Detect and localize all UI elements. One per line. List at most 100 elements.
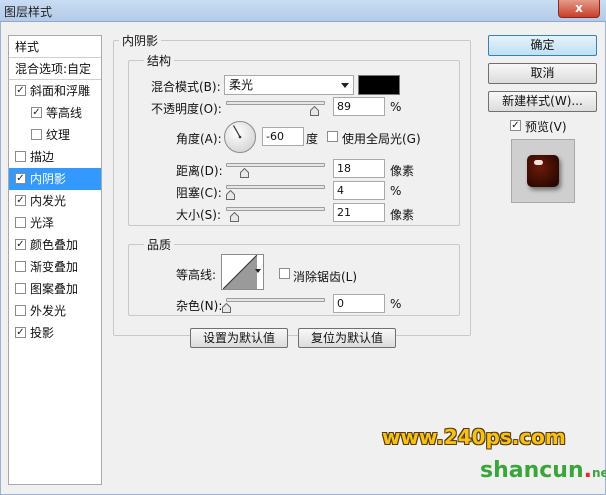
opacity-slider-thumb[interactable] <box>310 106 320 116</box>
choke-label: 阻塞(C): <box>176 186 222 200</box>
ok-button[interactable]: 确定 <box>488 35 597 56</box>
style-list-item-label: 斜面和浮雕 <box>30 84 91 98</box>
size-label: 大小(S): <box>176 208 222 222</box>
style-list-checkbox[interactable] <box>15 283 26 294</box>
style-list-item[interactable]: 纹理 <box>9 124 101 146</box>
chevron-down-icon <box>255 269 261 273</box>
watermark-brand: shancun.net <box>480 458 606 483</box>
distance-unit: 像素 <box>390 164 415 178</box>
style-list-checkbox[interactable]: ✓ <box>31 107 42 118</box>
contour-label: 等高线: <box>176 268 217 282</box>
structure-title: 结构 <box>144 52 175 69</box>
chevron-down-icon <box>341 83 349 88</box>
choke-unit: % <box>390 184 402 198</box>
inner-shadow-title: 内阴影 <box>119 32 162 49</box>
blend-mode-value: 柔光 <box>229 78 254 92</box>
preview-label: 预览(V) <box>525 120 567 134</box>
style-list-checkbox[interactable]: ✓ <box>15 239 26 250</box>
style-list-item-label: 图案叠加 <box>30 282 79 296</box>
style-list-item-label: 颜色叠加 <box>30 238 79 252</box>
style-list-item-label: 纹理 <box>46 128 71 142</box>
style-list-checkbox[interactable]: ✓ <box>15 327 26 338</box>
preview-swatch <box>527 155 559 187</box>
watermark-brand-a: shancun <box>480 458 584 483</box>
distance-slider[interactable] <box>226 163 325 167</box>
distance-label: 距离(D): <box>176 164 223 178</box>
global-light-checkbox[interactable] <box>327 131 338 142</box>
style-list-checkbox[interactable] <box>31 129 42 140</box>
style-list: 样式 混合选项:自定 ✓ 斜面和浮雕 ✓ 等高线纹理描边 ✓ 内阴影 ✓ 内发光光泽 ✓ 颜色叠加… <box>8 35 102 485</box>
style-list-item[interactable]: 外发光 <box>9 300 101 322</box>
angle-input[interactable]: -60 <box>262 127 304 146</box>
quality-title: 品质 <box>144 236 175 253</box>
style-list-item[interactable]: ✓ 等高线 <box>9 102 101 124</box>
style-list-item-label: 外发光 <box>30 304 67 318</box>
style-list-item[interactable]: ✓ 内阴影 <box>9 168 101 190</box>
style-list-item-label: 内发光 <box>30 194 67 208</box>
noise-input[interactable]: 0 <box>333 294 385 313</box>
style-list-item[interactable]: ✓ 内发光 <box>9 190 101 212</box>
angle-dial[interactable] <box>223 120 257 157</box>
size-slider[interactable] <box>226 207 325 211</box>
close-button[interactable]: x <box>558 0 600 18</box>
blend-options-item[interactable]: 混合选项:自定 <box>9 58 101 80</box>
contour-preview-icon <box>223 255 257 289</box>
opacity-input[interactable]: 89 <box>333 97 385 116</box>
title-bar: 图层样式 x <box>0 0 606 22</box>
watermark-site: www.240ps.com <box>382 425 566 449</box>
style-list-item[interactable]: ✓ 斜面和浮雕 <box>9 80 101 102</box>
noise-label: 杂色(N): <box>176 299 223 313</box>
style-list-item[interactable]: 渐变叠加 <box>9 256 101 278</box>
contour-picker[interactable] <box>221 254 264 290</box>
style-list-header[interactable]: 样式 <box>9 36 101 58</box>
preview-highlight <box>534 160 543 165</box>
style-list-checkbox[interactable] <box>15 261 26 272</box>
choke-slider[interactable] <box>226 185 325 189</box>
style-list-checkbox[interactable] <box>15 151 26 162</box>
angle-unit: 度 <box>306 132 319 146</box>
angle-label: 角度(A): <box>176 132 222 146</box>
choke-input[interactable]: 4 <box>333 181 385 200</box>
style-list-item[interactable]: 图案叠加 <box>9 278 101 300</box>
style-list-item-label: 渐变叠加 <box>30 260 79 274</box>
style-list-checkbox[interactable]: ✓ <box>15 173 26 184</box>
style-preview-thumbnail <box>511 139 575 203</box>
size-slider-thumb[interactable] <box>230 212 240 222</box>
distance-input[interactable]: 18 <box>333 159 385 178</box>
antialias-label: 消除锯齿(L) <box>293 270 358 284</box>
blend-mode-select[interactable]: 柔光 <box>224 75 354 95</box>
antialias-checkbox[interactable] <box>279 268 290 279</box>
choke-slider-thumb[interactable] <box>225 190 235 200</box>
shadow-color-swatch[interactable] <box>358 75 400 95</box>
blend-mode-label: 混合模式(B): <box>151 80 221 94</box>
global-light-label: 使用全局光(G) <box>342 132 421 146</box>
size-unit: 像素 <box>390 208 415 222</box>
noise-slider[interactable] <box>226 298 325 302</box>
style-list-item-label: 内阴影 <box>30 172 67 186</box>
new-style-button[interactable]: 新建样式(W)... <box>488 91 597 112</box>
style-list-checkbox[interactable] <box>15 305 26 316</box>
style-list-item-label: 等高线 <box>46 106 83 120</box>
style-list-item-label: 描边 <box>30 150 55 164</box>
style-list-item[interactable]: ✓ 投影 <box>9 322 101 344</box>
style-list-checkbox[interactable]: ✓ <box>15 195 26 206</box>
opacity-slider[interactable] <box>226 101 325 105</box>
distance-slider-thumb[interactable] <box>239 168 249 178</box>
style-list-checkbox[interactable]: ✓ <box>15 85 26 96</box>
size-input[interactable]: 21 <box>333 203 385 222</box>
reset-default-button[interactable]: 复位为默认值 <box>298 328 396 348</box>
noise-slider-thumb[interactable] <box>222 303 231 313</box>
style-list-item[interactable]: 描边 <box>9 146 101 168</box>
cancel-button[interactable]: 取消 <box>488 63 597 84</box>
style-list-item-label: 投影 <box>30 326 55 340</box>
style-list-item-label: 光泽 <box>30 216 55 230</box>
style-list-item[interactable]: ✓ 颜色叠加 <box>9 234 101 256</box>
watermark-brand-dot: . <box>583 458 592 483</box>
style-list-item[interactable]: 光泽 <box>9 212 101 234</box>
watermark-brand-b: net <box>592 466 606 480</box>
noise-unit: % <box>390 297 402 311</box>
make-default-button[interactable]: 设置为默认值 <box>190 328 288 348</box>
preview-checkbox[interactable]: ✓ <box>510 120 521 131</box>
window-title: 图层样式 <box>4 5 53 19</box>
style-list-checkbox[interactable] <box>15 217 26 228</box>
